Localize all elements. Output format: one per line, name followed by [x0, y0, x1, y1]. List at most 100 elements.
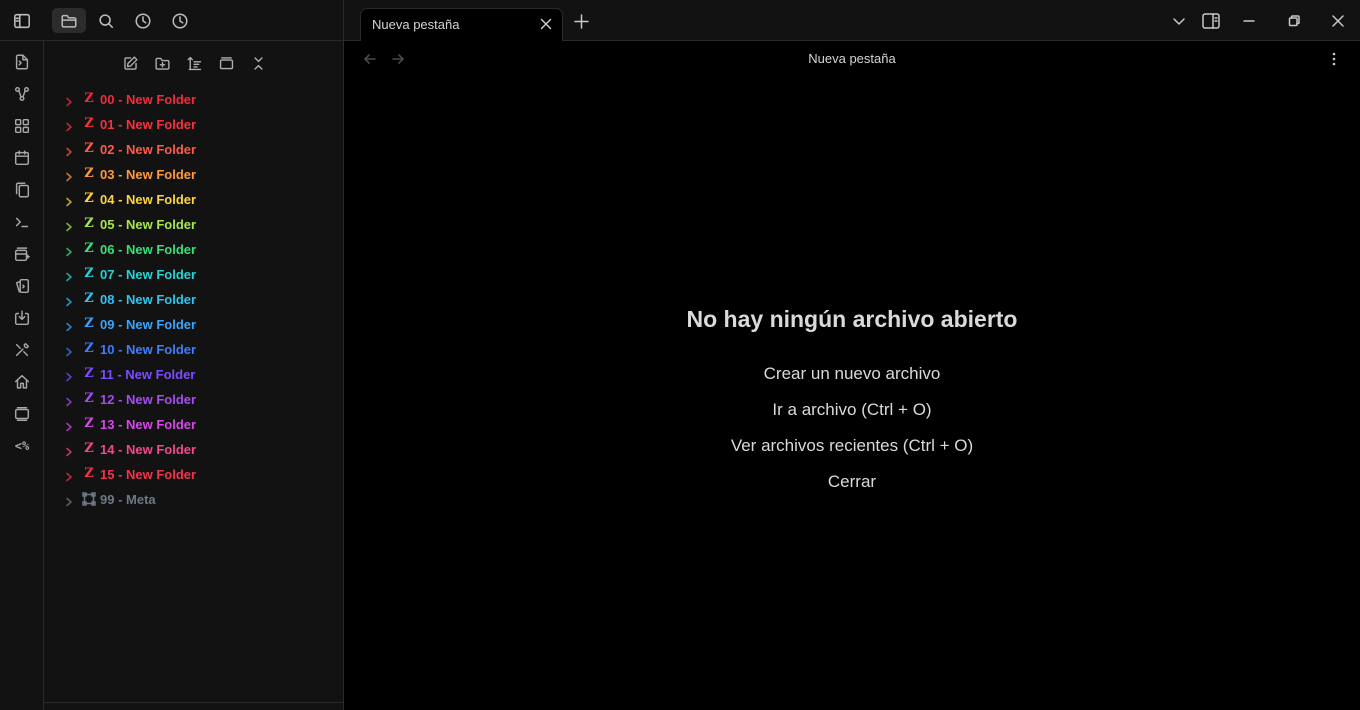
folder-item[interactable]: Z 02 - New Folder [44, 137, 344, 162]
chevron-right-icon[interactable] [64, 194, 74, 207]
chevron-down-icon[interactable] [1168, 11, 1190, 31]
go-to-file-link[interactable]: Ir a archivo (Ctrl + O) [344, 400, 1360, 420]
auto-reveal-icon[interactable] [213, 51, 239, 75]
folder-item[interactable]: Z 13 - New Folder [44, 412, 344, 437]
open-quick-switcher-icon[interactable] [9, 49, 35, 75]
folder-name: 01 - New Folder [100, 117, 197, 132]
zodiac-z-icon: Z [84, 116, 94, 131]
restore-icon[interactable] [1283, 11, 1305, 31]
tools-icon[interactable] [9, 337, 35, 363]
slides-presentation-icon[interactable] [9, 401, 35, 427]
folder-item[interactable]: Z 01 - New Folder [44, 112, 344, 137]
chevron-right-icon[interactable] [64, 444, 74, 457]
chevron-right-icon[interactable] [64, 369, 74, 382]
folder-name: 07 - New Folder [100, 267, 197, 282]
minimize-icon[interactable] [1238, 11, 1260, 31]
left-titlebar [0, 0, 344, 41]
explorer-footer [44, 702, 344, 710]
chevron-right-icon[interactable] [64, 119, 74, 132]
folder-item[interactable]: Z 12 - New Folder [44, 387, 344, 412]
folder-item[interactable]: Z 14 - New Folder [44, 437, 344, 462]
chevron-right-icon[interactable] [64, 469, 74, 482]
zodiac-z-icon: Z [84, 466, 94, 481]
ribbon: <% [0, 41, 44, 710]
chevron-right-icon[interactable] [64, 169, 74, 182]
folder-item[interactable]: Z 10 - New Folder [44, 337, 344, 362]
zodiac-z-icon: Z [84, 291, 94, 306]
more-options-icon[interactable] [1326, 51, 1342, 67]
frame-corners-icon [82, 492, 96, 506]
home-icon[interactable] [9, 369, 35, 395]
chevron-right-icon[interactable] [64, 144, 74, 157]
sort-order-icon[interactable] [181, 51, 207, 75]
folder-name: 14 - New Folder [100, 442, 197, 457]
search-icon[interactable] [89, 8, 123, 33]
folder-item[interactable]: Z 11 - New Folder [44, 362, 344, 387]
folder-item[interactable]: Z 15 - New Folder [44, 462, 344, 487]
zodiac-z-icon: Z [84, 241, 94, 256]
chevron-right-icon[interactable] [64, 294, 74, 307]
folder-item[interactable]: 99 - Meta [44, 487, 344, 512]
chevron-right-icon[interactable] [64, 244, 74, 257]
recent-files-clock-icon[interactable] [126, 8, 160, 33]
folder-name: 08 - New Folder [100, 292, 197, 307]
zodiac-z-icon: Z [84, 266, 94, 281]
folder-name: 09 - New Folder [100, 317, 197, 332]
tab-title: Nueva pestaña [372, 17, 460, 32]
folder-item[interactable]: Z 08 - New Folder [44, 287, 344, 312]
folder-item[interactable]: Z 03 - New Folder [44, 162, 344, 187]
folder-name: 13 - New Folder [100, 417, 197, 432]
folder-item[interactable]: Z 05 - New Folder [44, 212, 344, 237]
zodiac-z-icon: Z [84, 141, 94, 156]
history-clock-icon[interactable] [163, 8, 197, 33]
folder-name: 15 - New Folder [100, 467, 197, 482]
zodiac-z-icon: Z [84, 166, 94, 181]
zodiac-z-icon: Z [84, 416, 94, 431]
plus-icon[interactable] [572, 12, 590, 30]
folder-name: 05 - New Folder [100, 217, 197, 232]
close-link[interactable]: Cerrar [344, 472, 1360, 492]
zodiac-z-icon: Z [84, 191, 94, 206]
copy-files-icon[interactable] [9, 177, 35, 203]
tab-new-tab[interactable]: Nueva pestaña [360, 8, 563, 42]
right-sidebar-toggle-icon[interactable] [1200, 11, 1222, 31]
folder-item[interactable]: Z 09 - New Folder [44, 312, 344, 337]
chevron-right-icon[interactable] [64, 344, 74, 357]
canvas-layout-icon[interactable] [9, 113, 35, 139]
view-recent-files-link[interactable]: Ver archivos recientes (Ctrl + O) [344, 436, 1360, 456]
calendar-icon[interactable] [9, 145, 35, 171]
chevron-right-icon[interactable] [64, 394, 74, 407]
close-icon[interactable] [538, 16, 554, 32]
folder-name: 02 - New Folder [100, 142, 197, 157]
view-header: Nueva pestaña [344, 41, 1360, 77]
new-folder-icon[interactable] [149, 51, 175, 75]
chevron-right-icon[interactable] [64, 219, 74, 232]
chevron-right-icon[interactable] [64, 494, 74, 507]
new-tab-group-icon[interactable] [9, 241, 35, 267]
chevron-right-icon[interactable] [64, 269, 74, 282]
templater-icon[interactable]: <% [9, 433, 35, 459]
empty-state-title: No hay ningún archivo abierto [686, 306, 1018, 332]
window-close-icon[interactable] [1327, 11, 1349, 31]
zodiac-z-icon: Z [84, 391, 94, 406]
folder-item[interactable]: Z 06 - New Folder [44, 237, 344, 262]
folder-item[interactable]: Z 07 - New Folder [44, 262, 344, 287]
create-new-file-link[interactable]: Crear un nuevo archivo [344, 364, 1360, 384]
folder-item[interactable]: Z 04 - New Folder [44, 187, 344, 212]
zodiac-z-icon: Z [84, 341, 94, 356]
collapse-all-icon[interactable] [245, 51, 271, 75]
chevron-right-icon[interactable] [64, 419, 74, 432]
zodiac-z-icon: Z [84, 441, 94, 456]
chevron-right-icon[interactable] [64, 94, 74, 107]
sidebar-toggle-icon[interactable] [5, 8, 39, 33]
terminal-icon[interactable] [9, 209, 35, 235]
graph-view-icon[interactable] [9, 81, 35, 107]
import-download-icon[interactable] [9, 305, 35, 331]
folder-name: 11 - New Folder [100, 367, 196, 382]
folder-item[interactable]: Z 00 - New Folder [44, 87, 344, 112]
files-icon[interactable] [52, 8, 86, 33]
chevron-right-icon[interactable] [64, 319, 74, 332]
flashcards-icon[interactable] [9, 273, 35, 299]
folder-name: 99 - Meta [100, 492, 156, 507]
new-note-icon[interactable] [117, 51, 143, 75]
